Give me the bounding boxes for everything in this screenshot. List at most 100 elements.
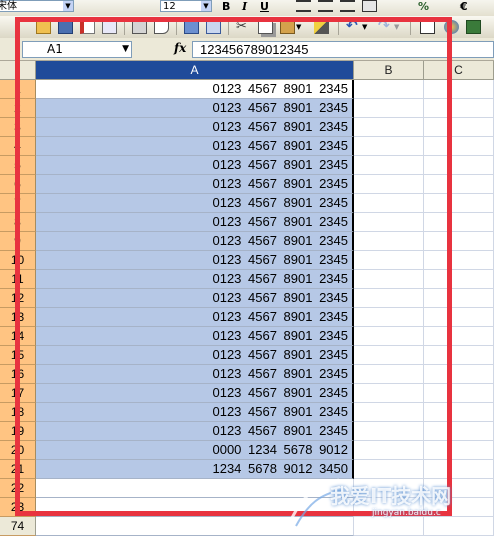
cell-a[interactable]: 0123 4567 8901 2345 [36,251,354,270]
cell-c[interactable] [424,213,494,232]
cell-b[interactable] [354,479,424,498]
cut-icon[interactable]: ✂ [236,20,251,34]
cell-b[interactable] [354,118,424,137]
cell-c[interactable] [424,365,494,384]
row-header[interactable]: 2 [0,99,36,118]
name-box[interactable]: A1 ▼ [22,41,132,58]
row-header[interactable]: 23 [0,498,36,517]
cell-c[interactable] [424,80,494,99]
row-header[interactable]: 17 [0,384,36,403]
row-header[interactable]: 22 [0,479,36,498]
row-header[interactable]: 74 [0,517,36,536]
cell-b[interactable] [354,517,424,536]
cell-c[interactable] [424,232,494,251]
cell-c[interactable] [424,517,494,536]
align-center-icon[interactable] [318,0,333,12]
row-header[interactable]: 20 [0,441,36,460]
cell-b[interactable] [354,194,424,213]
chevron-down-icon[interactable]: ▼ [296,20,304,34]
italic-button[interactable]: I [242,0,247,13]
row-header[interactable]: 5 [0,156,36,175]
cell-a[interactable]: 0123 4567 8901 2345 [36,156,354,175]
underline-button[interactable]: U [260,0,269,13]
sort-icon[interactable] [466,20,481,34]
cell-a[interactable]: 0123 4567 8901 2345 [36,289,354,308]
cell-c[interactable] [424,384,494,403]
cell-b[interactable] [354,441,424,460]
align-right-icon[interactable] [340,0,355,12]
research-icon[interactable] [206,20,221,34]
cell-a[interactable]: 0123 4567 8901 2345 [36,327,354,346]
cell-c[interactable] [424,118,494,137]
cell-c[interactable] [424,479,494,498]
cell-c[interactable] [424,289,494,308]
cell-b[interactable] [354,175,424,194]
row-header[interactable]: 18 [0,403,36,422]
font-name-select[interactable]: 宋体 ▼ [0,0,74,12]
column-header-a[interactable]: A [36,61,354,80]
cell-a[interactable]: 0123 4567 8901 2345 [36,194,354,213]
cell-a[interactable]: 0123 4567 8901 2345 [36,118,354,137]
select-all-corner[interactable] [0,61,36,80]
cell-c[interactable] [424,441,494,460]
cell-b[interactable] [354,384,424,403]
cell-c[interactable] [424,403,494,422]
cell-b[interactable] [354,156,424,175]
chevron-down-icon[interactable]: ▼ [394,20,402,34]
cell-b[interactable] [354,213,424,232]
spelling-icon[interactable] [184,20,199,34]
chevron-down-icon[interactable]: ▼ [362,20,370,34]
row-header[interactable]: 21 [0,460,36,479]
column-header-c[interactable]: C [424,61,494,80]
cell-a[interactable]: 0123 4567 8901 2345 [36,175,354,194]
row-header[interactable]: 13 [0,308,36,327]
cell-a[interactable]: 0123 4567 8901 2345 [36,308,354,327]
cell-b[interactable] [354,270,424,289]
cell-c[interactable] [424,194,494,213]
format-painter-icon[interactable] [314,20,329,34]
cell-b[interactable] [354,308,424,327]
active-cell-a1[interactable]: 0123 4567 8901 2345 [36,80,354,99]
row-header[interactable]: 6 [0,175,36,194]
print-icon[interactable] [132,20,147,34]
cell-b[interactable] [354,460,424,479]
cell-c[interactable] [424,460,494,479]
cell-c[interactable] [424,346,494,365]
formula-input[interactable]: 123456789012345 [192,41,494,58]
currency-euro-button[interactable]: € [460,0,468,13]
row-header[interactable]: 8 [0,213,36,232]
cell-c[interactable] [424,251,494,270]
row-header[interactable]: 10 [0,251,36,270]
row-header[interactable]: 16 [0,365,36,384]
cell-b[interactable] [354,365,424,384]
merge-center-icon[interactable] [362,0,377,12]
autosum-icon[interactable] [444,20,459,34]
cell-a[interactable]: 0123 4567 8901 2345 [36,365,354,384]
cell-a[interactable]: 0123 4567 8901 2345 [36,213,354,232]
column-header-b[interactable]: B [354,61,424,80]
permission-icon[interactable] [80,20,95,34]
cell-b[interactable] [354,403,424,422]
row-header[interactable]: 14 [0,327,36,346]
cell-c[interactable] [424,270,494,289]
cell-a[interactable]: 0123 4567 8901 2345 [36,99,354,118]
cell-b[interactable] [354,422,424,441]
cell-b[interactable] [354,99,424,118]
chevron-down-icon[interactable]: ▼ [122,42,129,57]
cell-a[interactable]: 1234 5678 9012 3450 [36,460,354,479]
redo-icon[interactable]: ↷ [378,19,393,34]
cell-a[interactable]: 0123 4567 8901 2345 [36,270,354,289]
cell-a[interactable]: 0123 4567 8901 2345 [36,403,354,422]
row-header[interactable]: 9 [0,232,36,251]
cell-a[interactable]: 0123 4567 8901 2345 [36,346,354,365]
cell-a[interactable]: 0000 1234 5678 9012 [36,441,354,460]
paste-icon[interactable] [280,20,295,34]
cell-a[interactable] [36,517,354,536]
undo-icon[interactable]: ↶ [346,19,361,34]
row-header[interactable]: 3 [0,118,36,137]
cell-a[interactable]: 0123 4567 8901 2345 [36,384,354,403]
cell-c[interactable] [424,327,494,346]
cell-b[interactable] [354,137,424,156]
cell-b[interactable] [354,498,424,517]
row-header[interactable]: 11 [0,270,36,289]
